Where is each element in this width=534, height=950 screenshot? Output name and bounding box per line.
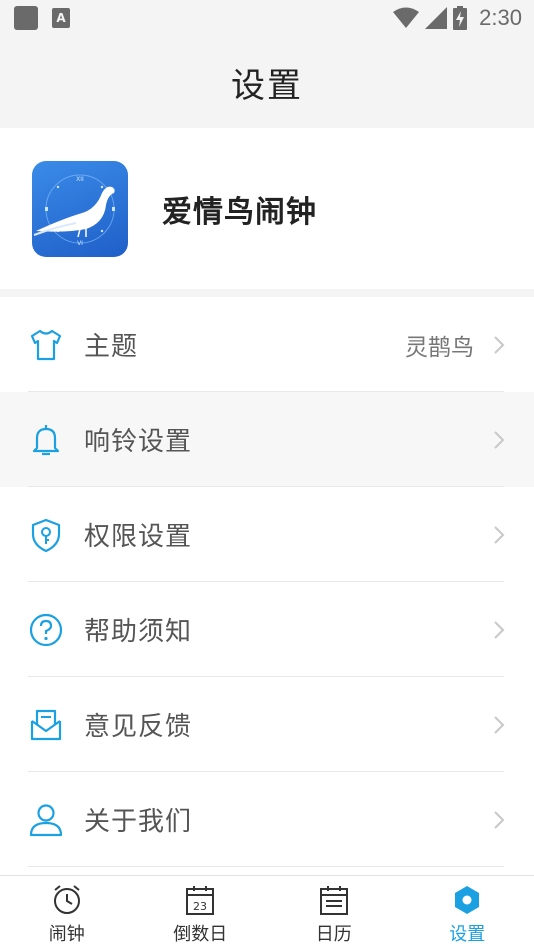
settings-item-label: 主题 [84,332,139,362]
tab-alarm[interactable]: 闹钟 [0,876,134,950]
logo-numeral-bottom: VI [77,240,83,247]
settings-item-ringtone[interactable]: 响铃设置 [0,392,534,487]
app-logo: XII VI [32,160,128,257]
notification-square-icon [14,6,38,30]
settings-item-label: 关于我们 [84,807,193,837]
tab-label: 日历 [315,924,352,945]
user-icon [28,802,64,838]
settings-item-label: 权限设置 [84,522,193,552]
logo-numeral-top: XII [76,176,84,183]
app-info-card: XII VI 爱情鸟闹钟 [0,128,534,289]
tab-calendar[interactable]: 日历 [267,876,401,950]
page-title: 设置 [231,65,303,106]
settings-item-permissions[interactable]: 权限设置 [0,487,534,582]
tab-label: 倒数日 [173,924,228,945]
chevron-right-icon [494,620,505,639]
status-time: 2:30 [479,5,522,30]
calendar-list-icon [319,886,348,915]
bottom-tab-bar: 闹钟 23 倒数日 日历 设置 [0,875,534,950]
tab-countdown[interactable]: 23 倒数日 [134,876,268,950]
tab-label: 闹钟 [48,924,85,945]
chevron-right-icon [494,525,505,544]
battery-icon [453,6,468,30]
calendar-day-icon: 23 [186,886,215,915]
shield-key-icon [28,517,64,553]
settings-list: 主题 灵鹊鸟 响铃设置 权限设置 帮助须知 意见反馈 关于我们 [0,297,534,875]
alarm-clock-icon [53,885,80,914]
chevron-right-icon [494,715,505,734]
settings-hex-icon [455,886,480,914]
bell-icon [28,422,64,458]
settings-item-label: 响铃设置 [84,427,193,457]
feedback-mail-icon [28,707,64,743]
settings-item-label: 意见反馈 [84,712,193,742]
title-bar: 设置 [0,36,534,128]
settings-item-theme[interactable]: 主题 灵鹊鸟 [0,297,534,392]
status-bar: A 2:30 [0,0,534,36]
shirt-icon [28,327,64,363]
a-notification-icon: A [52,8,70,28]
chevron-right-icon [494,430,505,449]
app-name: 爱情鸟闹钟 [162,194,317,230]
chevron-right-icon [494,335,505,354]
cell-signal-icon [425,7,448,29]
tab-settings[interactable]: 设置 [401,876,534,950]
settings-item-label: 帮助须知 [84,617,193,647]
chevron-right-icon [494,810,505,829]
settings-item-help[interactable]: 帮助须知 [0,582,534,677]
bird-clock-logo-icon: XII VI [33,174,115,247]
wifi-icon [393,7,420,28]
settings-item-about[interactable]: 关于我们 [0,772,534,867]
help-icon [28,612,64,648]
theme-value: 灵鹊鸟 [405,334,474,361]
calendar-day-number: 23 [193,900,207,913]
settings-item-feedback[interactable]: 意见反馈 [0,677,534,772]
tab-label: 设置 [449,924,486,945]
